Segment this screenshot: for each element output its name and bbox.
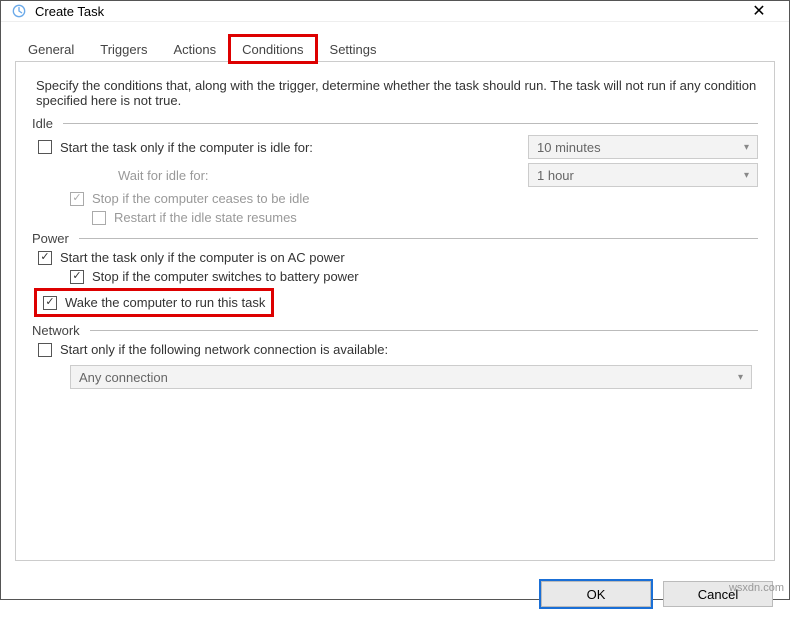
stop-on-battery-checkbox[interactable]	[70, 270, 84, 284]
stop-if-not-idle-label: Stop if the computer ceases to be idle	[92, 191, 310, 206]
divider	[63, 123, 758, 124]
tab-conditions[interactable]: Conditions	[229, 35, 316, 63]
restart-if-idle-checkbox[interactable]	[92, 211, 106, 225]
stop-if-not-idle-checkbox[interactable]	[70, 192, 84, 206]
wake-checkbox[interactable]	[43, 296, 57, 310]
network-start-label: Start only if the following network conn…	[60, 342, 388, 357]
idle-group-label: Idle	[32, 116, 53, 131]
tabstrip: General Triggers Actions Conditions Sett…	[15, 34, 775, 62]
tab-actions[interactable]: Actions	[160, 35, 229, 63]
description-text: Specify the conditions that, along with …	[36, 78, 758, 108]
tab-settings[interactable]: Settings	[317, 35, 390, 63]
clock-icon	[11, 3, 27, 19]
network-start-checkbox[interactable]	[38, 343, 52, 357]
idle-duration-select[interactable]: 10 minutes ▾	[528, 135, 758, 159]
watermark: wsxdn.com	[729, 582, 784, 594]
stop-on-battery-label: Stop if the computer switches to battery…	[92, 269, 359, 284]
close-button[interactable]: ✕	[739, 1, 779, 21]
wait-duration-select[interactable]: 1 hour ▾	[528, 163, 758, 187]
dialog-footer: OK Cancel	[1, 573, 789, 621]
divider	[79, 238, 758, 239]
create-task-window: Create Task ✕ General Triggers Actions C…	[0, 0, 790, 600]
restart-if-idle-label: Restart if the idle state resumes	[114, 210, 297, 225]
tab-general[interactable]: General	[15, 35, 87, 63]
network-connection-value: Any connection	[79, 370, 168, 385]
wait-for-idle-label: Wait for idle for:	[38, 168, 209, 183]
network-group: Network Start only if the following netw…	[32, 323, 758, 389]
titlebar: Create Task ✕	[1, 1, 789, 22]
network-group-label: Network	[32, 323, 80, 338]
window-title: Create Task	[35, 4, 739, 19]
dialog-content: General Triggers Actions Conditions Sett…	[1, 22, 789, 573]
on-ac-checkbox[interactable]	[38, 251, 52, 265]
ok-button[interactable]: OK	[541, 581, 651, 607]
power-group-label: Power	[32, 231, 69, 246]
tab-triggers[interactable]: Triggers	[87, 35, 160, 63]
wake-label: Wake the computer to run this task	[65, 295, 265, 310]
network-connection-select[interactable]: Any connection ▾	[70, 365, 752, 389]
tab-panel: Specify the conditions that, along with …	[15, 61, 775, 561]
chevron-down-icon: ▾	[738, 372, 743, 383]
idle-start-label: Start the task only if the computer is i…	[60, 140, 313, 155]
divider	[90, 330, 758, 331]
idle-duration-value: 10 minutes	[537, 140, 601, 155]
wake-highlight: Wake the computer to run this task	[34, 288, 274, 317]
idle-start-checkbox[interactable]	[38, 140, 52, 154]
wait-duration-value: 1 hour	[537, 168, 574, 183]
on-ac-label: Start the task only if the computer is o…	[60, 250, 345, 265]
power-group: Power Start the task only if the compute…	[32, 231, 758, 317]
chevron-down-icon: ▾	[744, 170, 749, 181]
chevron-down-icon: ▾	[744, 142, 749, 153]
idle-group: Idle Start the task only if the computer…	[32, 116, 758, 225]
